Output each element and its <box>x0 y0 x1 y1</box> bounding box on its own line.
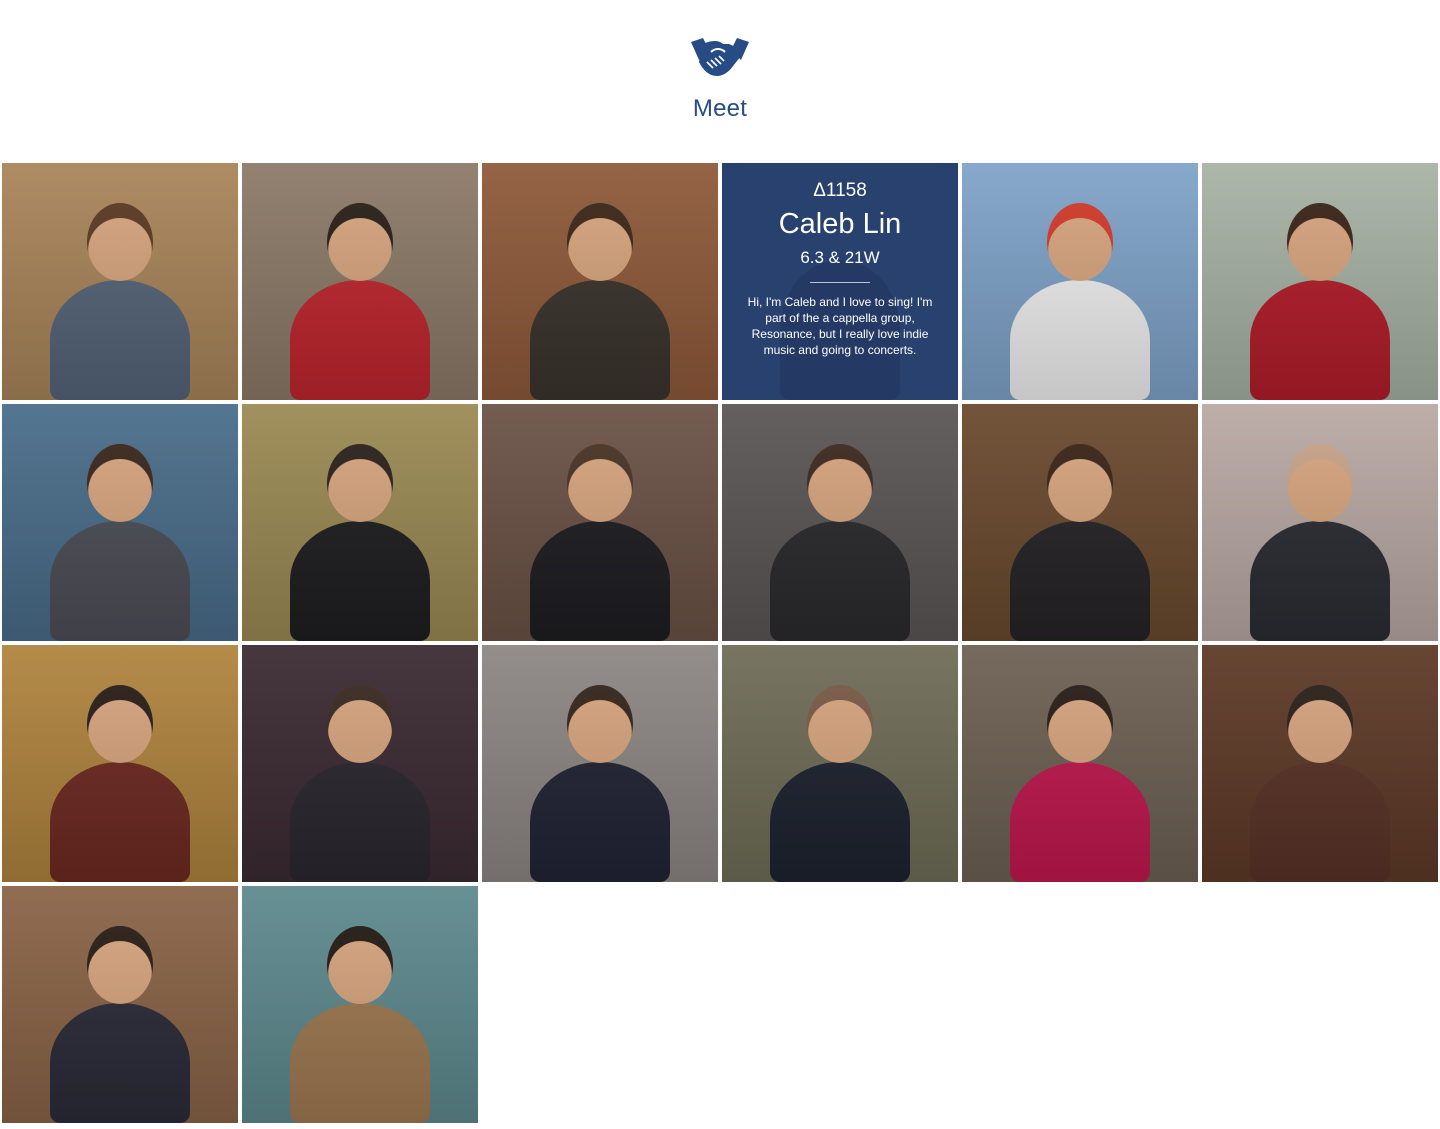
photo-shade <box>242 163 478 400</box>
photo-shade <box>242 886 478 1123</box>
photo-shade <box>482 645 718 882</box>
member-photo[interactable] <box>2 163 238 400</box>
photo-shade <box>2 645 238 882</box>
member-photo[interactable] <box>242 886 478 1123</box>
photo-shade <box>1202 645 1438 882</box>
member-photo[interactable] <box>962 163 1198 400</box>
member-photo[interactable] <box>242 163 478 400</box>
member-photo[interactable] <box>722 645 958 882</box>
member-photo[interactable] <box>962 404 1198 641</box>
photo-shade <box>2 404 238 641</box>
member-photo[interactable] <box>2 404 238 641</box>
member-photo[interactable] <box>482 645 718 882</box>
photo-shade <box>722 404 958 641</box>
page-title: Meet <box>692 95 748 122</box>
photo-shade <box>962 645 1198 882</box>
member-photo-grid: Δ1158 Caleb Lin 6.3 & 21W Hi, I'm Caleb and… <box>2 163 1440 1125</box>
member-bio: Hi, I'm Caleb and I love to sing! I'm pa… <box>747 295 933 357</box>
photo-shade <box>242 404 478 641</box>
photo-shade <box>962 163 1198 400</box>
photo-shade <box>242 645 478 882</box>
photo-shade <box>2 163 238 400</box>
photo-shade <box>2 886 238 1123</box>
member-photo[interactable] <box>962 645 1198 882</box>
member-photo[interactable] <box>242 645 478 882</box>
handshake-icon <box>691 38 749 76</box>
member-name: Caleb Lin <box>778 208 902 240</box>
member-photo[interactable] <box>2 645 238 882</box>
photo-shade <box>482 163 718 400</box>
member-photo[interactable] <box>482 163 718 400</box>
member-photo[interactable] <box>2 886 238 1123</box>
member-photo[interactable]: Δ1158 Caleb Lin 6.3 & 21W Hi, I'm Caleb and… <box>722 163 958 400</box>
member-photo[interactable] <box>1202 163 1438 400</box>
member-major: 6.3 & 21W <box>800 248 880 267</box>
photo-shade <box>482 404 718 641</box>
member-photo[interactable] <box>482 404 718 641</box>
member-profile-overlay[interactable]: Δ1158 Caleb Lin 6.3 & 21W Hi, I'm Caleb and… <box>722 163 958 400</box>
member-photo[interactable] <box>1202 404 1438 641</box>
member-photo[interactable] <box>722 404 958 641</box>
photo-shade <box>722 645 958 882</box>
divider <box>810 282 870 283</box>
photo-shade <box>1202 163 1438 400</box>
member-id: Δ1158 <box>813 180 867 201</box>
photo-shade <box>962 404 1198 641</box>
photo-shade <box>1202 404 1438 641</box>
header: Meet <box>0 0 1440 160</box>
member-photo[interactable] <box>242 404 478 641</box>
member-photo[interactable] <box>1202 645 1438 882</box>
